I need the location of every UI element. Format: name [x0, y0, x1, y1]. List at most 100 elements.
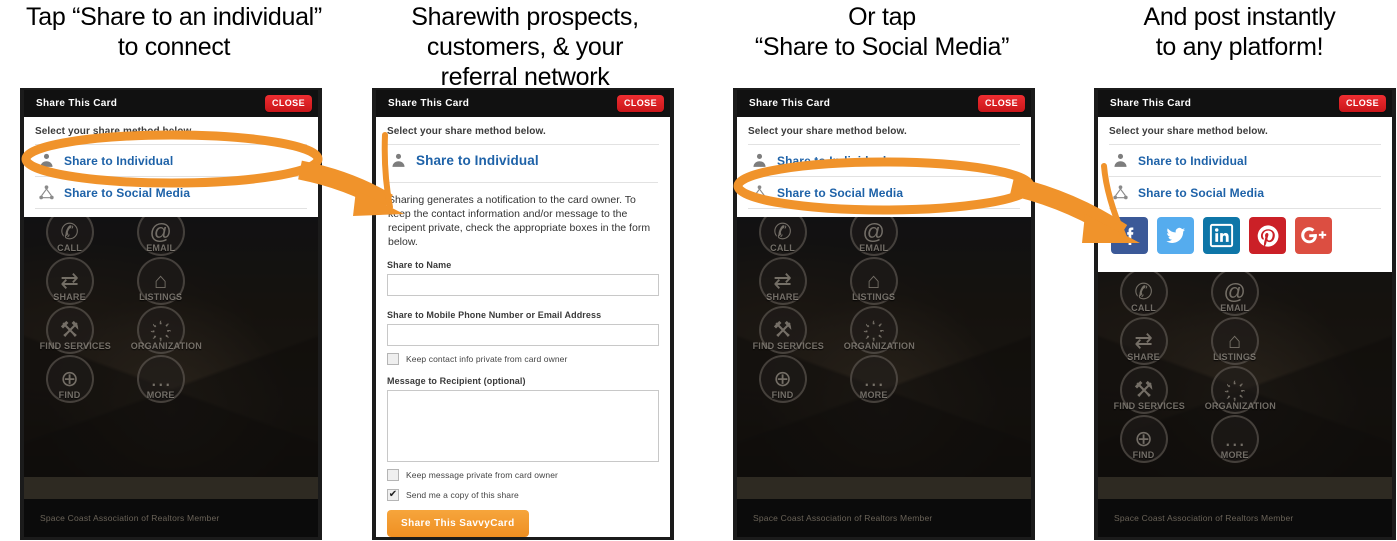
app-tile-label: EMAIL: [1220, 303, 1250, 313]
share-description: Sharing generates a notification to the …: [388, 182, 658, 249]
app-tile[interactable]: ҉ORGANIZATION: [1204, 366, 1276, 414]
phone-panel-2: Share This Card CLOSE Select your share …: [372, 88, 674, 540]
app-tile-label: CALL: [57, 243, 82, 253]
linkedin-icon: [1208, 222, 1235, 249]
card-footer-4: Space Coast Association of Realtors Memb…: [1098, 499, 1392, 537]
app-tile[interactable]: … MORE: [131, 355, 191, 403]
share-to-name-input[interactable]: [387, 274, 659, 296]
keep-contact-private-checkbox[interactable]: [387, 353, 399, 365]
share-to-social-row[interactable]: Share to Social Media: [35, 176, 307, 209]
modal-header: Share This Card CLOSE: [1098, 90, 1392, 117]
share-to-individual-row[interactable]: Share to Individual: [387, 144, 659, 173]
app-tile[interactable]: ⌂ LISTINGS: [1205, 317, 1265, 365]
share-to-social-label: Share to Social Media: [1138, 185, 1265, 200]
person-icon: [751, 152, 768, 169]
share-modal-3: Share This Card CLOSE Select your share …: [737, 90, 1031, 217]
app-tile-label: LISTINGS: [852, 292, 896, 302]
card-footer-1: Space Coast Association of Realtors Memb…: [24, 499, 318, 537]
modal-header: Share This Card CLOSE: [376, 90, 670, 117]
name-field-group: Share to Name: [387, 260, 659, 296]
linkedin-share-button[interactable]: [1203, 217, 1240, 254]
googleplus-share-button[interactable]: [1295, 217, 1332, 254]
share-to-individual-row[interactable]: Share to Individual: [1109, 144, 1381, 176]
select-method-note: Select your share method below.: [1109, 126, 1268, 137]
caption-line: to any platform!: [1155, 33, 1324, 61]
tan-strip: [24, 477, 318, 499]
app-tile[interactable]: @ EMAIL: [1205, 268, 1265, 316]
close-button[interactable]: CLOSE: [616, 95, 664, 112]
app-tile[interactable]: ✆ CALL: [1114, 268, 1174, 316]
modal-body: Select your share method below. Share to…: [1098, 117, 1392, 272]
app-tile[interactable]: … MORE: [844, 355, 904, 403]
app-tile-label: LISTINGS: [1213, 352, 1257, 362]
network-icon: [38, 184, 55, 201]
app-tile[interactable]: ⚒ FIND SERVICES: [40, 306, 111, 354]
app-tile-label: CALL: [1131, 303, 1156, 313]
caption-line: And post instantly: [1143, 3, 1336, 31]
close-button[interactable]: CLOSE: [264, 95, 312, 112]
app-tile-label: CALL: [770, 243, 795, 253]
app-tile-label: LISTINGS: [139, 292, 183, 302]
app-tile[interactable]: ⇄ SHARE: [1114, 317, 1174, 365]
phone-panel-4: ✆ CALL @ EMAIL ⇄ SHARE ⌂ LISTINGS ⚒ FIND SERVICES…: [1094, 88, 1396, 540]
name-field-label: Share to Name: [387, 260, 452, 270]
app-tile[interactable]: ⌂ LISTINGS: [844, 257, 904, 305]
select-method-note: Select your share method below.: [387, 126, 546, 137]
app-tile[interactable]: … MORE: [1205, 415, 1265, 463]
infographic-stage: Tap “Share to an individual” to connect …: [0, 0, 1397, 541]
send-me-copy-row[interactable]: ✔ Send me a copy of this share: [387, 489, 659, 501]
app-tile-label: EMAIL: [859, 243, 889, 253]
app-tile-label: SHARE: [766, 292, 799, 302]
contact-field-label: Share to Mobile Phone Number or Email Ad…: [387, 310, 602, 320]
share-to-contact-input[interactable]: [387, 324, 659, 346]
app-tile[interactable]: ⊕ FIND: [753, 355, 813, 403]
share-to-individual-label: Share to Individual: [777, 153, 887, 168]
share-to-individual-row[interactable]: Share to Individual: [35, 144, 307, 176]
share-modal-4: Share This Card CLOSE Select your share …: [1098, 90, 1392, 272]
modal-title: Share This Card: [749, 98, 831, 109]
keep-contact-private-row[interactable]: Keep contact info private from card owne…: [387, 353, 659, 365]
close-button[interactable]: CLOSE: [1338, 95, 1386, 112]
app-tile[interactable]: ⚒ FIND SERVICES: [753, 306, 824, 354]
app-tile-label: EMAIL: [146, 243, 176, 253]
app-tile[interactable]: ⇄ SHARE: [753, 257, 813, 305]
send-me-copy-label: Send me a copy of this share: [406, 490, 519, 500]
footer-text: Space Coast Association of Realtors Memb…: [1114, 513, 1294, 523]
tan-strip: [1098, 477, 1392, 499]
share-to-individual-row[interactable]: Share to Individual: [748, 144, 1020, 176]
app-tile[interactable]: ⌂ LISTINGS: [131, 257, 191, 305]
phone-panel-1: ✆ CALL @ EMAIL ⇄ SHARE ⌂ LISTINGS ⚒ FIND SERVICES…: [20, 88, 322, 540]
app-tile[interactable]: ⊕ FIND: [1114, 415, 1174, 463]
caption-line: customers, & your: [426, 33, 624, 61]
app-tile-label: FIND: [1132, 450, 1155, 460]
twitter-share-button[interactable]: [1157, 217, 1194, 254]
modal-title: Share This Card: [388, 98, 470, 109]
caption-panel-1: Tap “Share to an individual” to connect: [0, 2, 348, 62]
share-to-social-row[interactable]: Share to Social Media: [748, 176, 1020, 209]
app-tile-label: SHARE: [1127, 352, 1160, 362]
share-to-individual-label: Share to Individual: [416, 153, 539, 168]
send-me-copy-checkbox[interactable]: ✔: [387, 489, 399, 501]
share-modal-2: Share This Card CLOSE Select your share …: [376, 90, 670, 537]
app-tile[interactable]: ҉ORGANIZATION: [130, 306, 202, 354]
facebook-share-button[interactable]: [1111, 217, 1148, 254]
close-button[interactable]: CLOSE: [977, 95, 1025, 112]
keep-message-private-checkbox[interactable]: [387, 469, 399, 481]
caption-panel-3: Or tap “Share to Social Media”: [722, 2, 1042, 62]
social-button-strip: [1109, 208, 1381, 264]
caption-panel-2: Sharewith prospects, customers, & your r…: [360, 2, 690, 92]
share-to-social-row[interactable]: Share to Social Media: [1109, 176, 1381, 208]
app-tile[interactable]: ⇄ SHARE: [40, 257, 100, 305]
keep-message-private-label: Keep message private from card owner: [406, 470, 558, 480]
pinterest-share-button[interactable]: [1249, 217, 1286, 254]
app-tile-label: ORGANIZATION: [130, 341, 202, 351]
message-to-recipient-textarea[interactable]: [387, 390, 659, 462]
keep-message-private-row[interactable]: Keep message private from card owner: [387, 469, 659, 481]
caption-line: Sharewith prospects,: [411, 3, 639, 31]
app-tile-label: ORGANIZATION: [1204, 401, 1276, 411]
app-tile[interactable]: ⊕ FIND: [40, 355, 100, 403]
modal-body: Select your share method below. Share to…: [24, 117, 318, 217]
app-tile[interactable]: ҉ORGANIZATION: [844, 306, 915, 354]
share-this-savvycard-button[interactable]: Share This SavvyCard: [387, 510, 529, 537]
app-tile[interactable]: ⚒ FIND SERVICES: [1114, 366, 1185, 414]
